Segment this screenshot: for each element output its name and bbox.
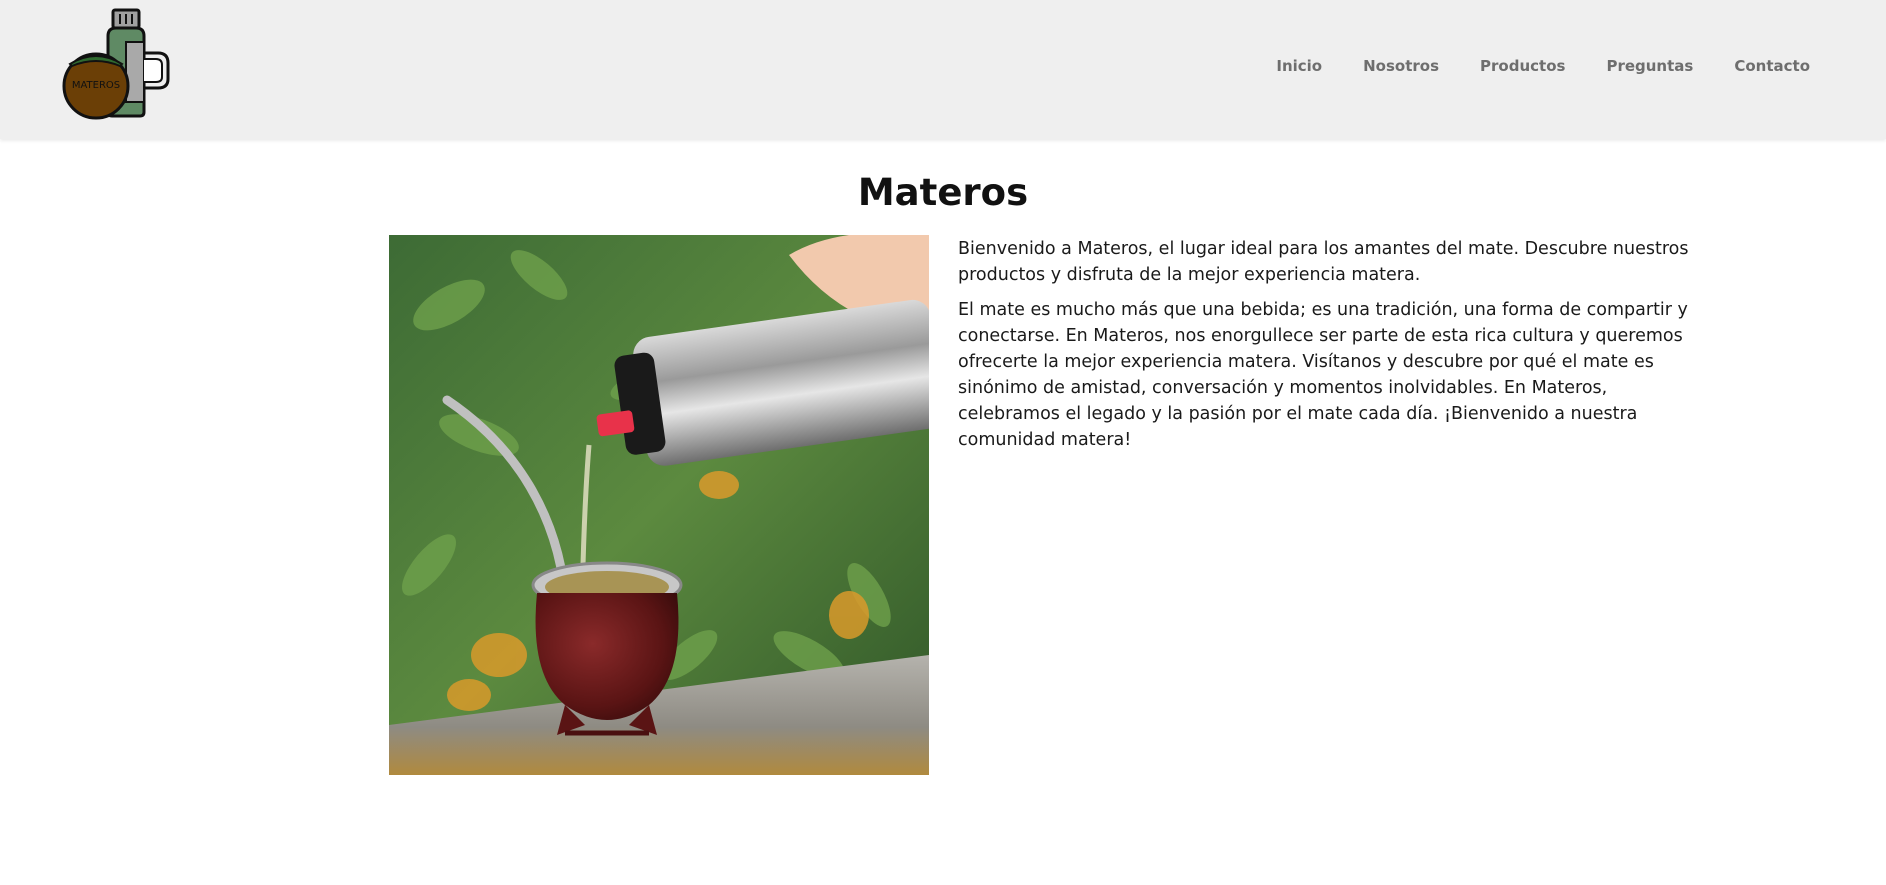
mate-photo <box>389 235 929 775</box>
nav-link-productos[interactable]: Productos <box>1480 57 1565 75</box>
site-header: MATEROS Inicio Nosotros Productos Pregun… <box>0 0 1886 139</box>
nav-link-contacto[interactable]: Contacto <box>1734 57 1810 75</box>
intro-text: Bienvenido a Materos, el lugar ideal par… <box>958 236 1690 462</box>
nav-link-preguntas[interactable]: Preguntas <box>1606 57 1693 75</box>
welcome-paragraph: Bienvenido a Materos, el lugar ideal par… <box>958 239 1689 285</box>
about-paragraph: El mate es mucho más que una bebida; es … <box>958 300 1688 450</box>
mate-pouring-photo-icon <box>389 235 929 775</box>
svg-text:MATEROS: MATEROS <box>72 80 120 91</box>
mate-thermos-icon: MATEROS <box>62 8 170 120</box>
materos-logo[interactable]: MATEROS <box>62 8 174 120</box>
nav-link-inicio[interactable]: Inicio <box>1276 57 1322 75</box>
page-title: Materos <box>857 171 1029 214</box>
main-nav: Inicio Nosotros Productos Preguntas Cont… <box>1235 57 1810 75</box>
nav-link-nosotros[interactable]: Nosotros <box>1363 57 1439 75</box>
